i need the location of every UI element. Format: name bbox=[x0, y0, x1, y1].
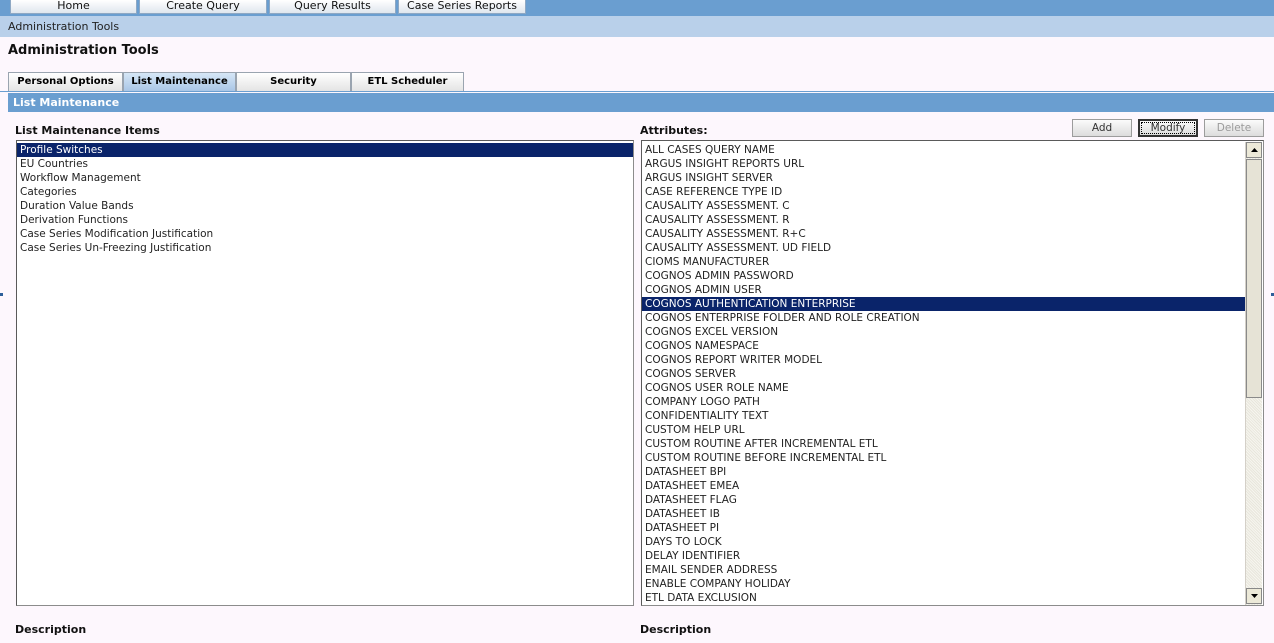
add-button[interactable]: Add bbox=[1072, 119, 1132, 137]
list-item[interactable]: Derivation Functions bbox=[17, 213, 633, 227]
nav-home-button[interactable]: Home bbox=[10, 0, 137, 14]
list-item[interactable]: Case Series Un-Freezing Justification bbox=[17, 241, 633, 255]
list-item[interactable]: DAYS TO LOCK bbox=[642, 535, 1245, 549]
list-item[interactable]: DATASHEET IB bbox=[642, 507, 1245, 521]
list-item[interactable]: ARGUS INSIGHT REPORTS URL bbox=[642, 157, 1245, 171]
attributes-scrollbar[interactable] bbox=[1245, 142, 1262, 605]
list-items-label: List Maintenance Items bbox=[15, 124, 160, 137]
list-item[interactable]: DATASHEET EMEA bbox=[642, 479, 1245, 493]
list-item[interactable]: COMPANY LOGO PATH bbox=[642, 395, 1245, 409]
tab-list-maintenance[interactable]: List Maintenance bbox=[123, 72, 236, 91]
list-item[interactable]: COGNOS EXCEL VERSION bbox=[642, 325, 1245, 339]
list-item[interactable]: COGNOS AUTHENTICATION ENTERPRISE bbox=[642, 297, 1245, 311]
list-item[interactable]: ETL DATA EXCLUSION bbox=[642, 591, 1245, 605]
scroll-thumb[interactable] bbox=[1246, 159, 1262, 398]
list-item[interactable]: CASE REFERENCE TYPE ID bbox=[642, 185, 1245, 199]
description-label-left: Description bbox=[15, 623, 87, 636]
list-item[interactable]: CUSTOM ROUTINE AFTER INCREMENTAL ETL bbox=[642, 437, 1245, 451]
list-item[interactable]: COGNOS USER ROLE NAME bbox=[642, 381, 1245, 395]
list-item[interactable]: COGNOS SERVER bbox=[642, 367, 1245, 381]
list-item[interactable]: EMAIL SENDER ADDRESS bbox=[642, 563, 1245, 577]
list-item[interactable]: EU Countries bbox=[17, 157, 633, 171]
list-item[interactable]: Case Series Modification Justification bbox=[17, 227, 633, 241]
tab-etl-scheduler[interactable]: ETL Scheduler bbox=[351, 72, 464, 91]
attributes-listbox[interactable]: ALL CASES QUERY NAME ARGUS INSIGHT REPORT… bbox=[641, 140, 1264, 606]
nav-query-results-button[interactable]: Query Results bbox=[269, 0, 396, 14]
scroll-up-arrow-icon[interactable] bbox=[1246, 142, 1262, 158]
description-label-right: Description bbox=[640, 623, 712, 636]
list-item[interactable]: COGNOS ADMIN PASSWORD bbox=[642, 269, 1245, 283]
top-nav-bar: Home Create Query Query Results Case Ser… bbox=[0, 0, 1274, 16]
list-item[interactable]: CUSTOM ROUTINE BEFORE INCREMENTAL ETL bbox=[642, 451, 1245, 465]
list-item[interactable]: DATASHEET FLAG bbox=[642, 493, 1245, 507]
list-item[interactable]: CAUSALITY ASSESSMENT. R bbox=[642, 213, 1245, 227]
list-item[interactable]: Workflow Management bbox=[17, 171, 633, 185]
nav-create-query-button[interactable]: Create Query bbox=[139, 0, 267, 14]
list-item[interactable]: ENABLE COMPANY HOLIDAY bbox=[642, 577, 1245, 591]
page-title: Administration Tools bbox=[8, 43, 159, 58]
tab-personal-options[interactable]: Personal Options bbox=[8, 72, 123, 91]
list-item[interactable]: DATASHEET BPI bbox=[642, 465, 1245, 479]
list-item[interactable]: COGNOS ENTERPRISE FOLDER AND ROLE CREATI… bbox=[642, 311, 1245, 325]
left-edge-marker bbox=[0, 293, 3, 296]
list-item[interactable]: CIOMS MANUFACTURER bbox=[642, 255, 1245, 269]
tab-security[interactable]: Security bbox=[236, 72, 351, 91]
nav-case-series-reports-button[interactable]: Case Series Reports bbox=[398, 0, 526, 14]
list-item[interactable]: CAUSALITY ASSESSMENT. UD FIELD bbox=[642, 241, 1245, 255]
breadcrumb: Administration Tools bbox=[0, 16, 1274, 37]
modify-button[interactable]: Modify bbox=[1138, 119, 1198, 137]
list-item[interactable]: DELAY IDENTIFIER bbox=[642, 549, 1245, 563]
list-item[interactable]: CUSTOM HELP URL bbox=[642, 423, 1245, 437]
tab-strip-divider bbox=[0, 91, 1274, 92]
list-item[interactable]: CAUSALITY ASSESSMENT. R+C bbox=[642, 227, 1245, 241]
list-item[interactable]: Categories bbox=[17, 185, 633, 199]
list-maintenance-items-listbox[interactable]: Profile Switches EU Countries Workflow Man… bbox=[16, 140, 634, 606]
list-item[interactable]: COGNOS ADMIN USER bbox=[642, 283, 1245, 297]
scroll-down-arrow-icon[interactable] bbox=[1246, 588, 1262, 604]
list-item[interactable]: ARGUS INSIGHT SERVER bbox=[642, 171, 1245, 185]
list-item[interactable]: CONFIDENTIALITY TEXT bbox=[642, 409, 1245, 423]
section-header: List Maintenance bbox=[8, 93, 1274, 112]
list-item[interactable]: COGNOS REPORT WRITER MODEL bbox=[642, 353, 1245, 367]
delete-button[interactable]: Delete bbox=[1204, 119, 1264, 137]
list-item[interactable]: Profile Switches bbox=[17, 143, 633, 157]
list-item[interactable]: ALL CASES QUERY NAME bbox=[642, 143, 1245, 157]
list-item[interactable]: COGNOS NAMESPACE bbox=[642, 339, 1245, 353]
list-item[interactable]: DATASHEET PI bbox=[642, 521, 1245, 535]
attributes-label: Attributes: bbox=[640, 124, 708, 137]
list-item[interactable]: Duration Value Bands bbox=[17, 199, 633, 213]
list-item[interactable]: CAUSALITY ASSESSMENT. C bbox=[642, 199, 1245, 213]
